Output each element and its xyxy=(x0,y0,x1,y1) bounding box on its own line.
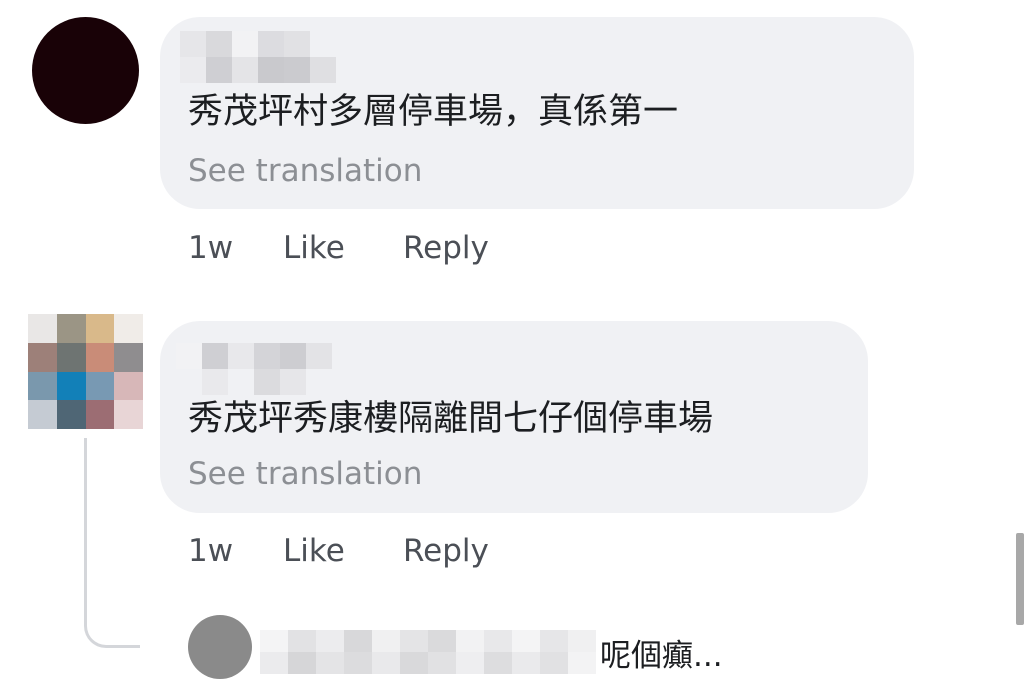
like-button[interactable]: Like xyxy=(283,531,403,571)
like-button[interactable]: Like xyxy=(283,228,403,268)
blurred-reply-author-name xyxy=(260,630,596,674)
reply-button[interactable]: Reply xyxy=(403,228,489,268)
comment-bubble: 秀茂坪秀康樓隔離間七仔個停車場 See translation xyxy=(160,321,868,513)
comment-thread: 秀茂坪村多層停車場，真係第一￼￼ See translation 1w Like… xyxy=(0,0,1024,685)
blurred-author-name[interactable] xyxy=(180,31,336,83)
reply-button[interactable]: Reply xyxy=(403,531,489,571)
comment-timestamp[interactable]: 1w xyxy=(188,531,283,571)
comment-bubble: 秀茂坪村多層停車場，真係第一￼￼ See translation xyxy=(160,17,914,209)
comment-text: 秀茂坪秀康樓隔離間七仔個停車場 xyxy=(188,399,714,439)
avatar[interactable] xyxy=(28,314,143,429)
see-translation-link[interactable]: See translation xyxy=(188,455,422,493)
see-translation-link[interactable]: See translation xyxy=(188,152,422,190)
comment-timestamp[interactable]: 1w xyxy=(188,228,283,268)
comment-actions: 1w Like Reply xyxy=(188,228,489,268)
comment-actions: 1w Like Reply xyxy=(188,531,489,571)
comment-text: 秀茂坪村多層停車場，真係第一￼￼ xyxy=(188,92,679,132)
scrollbar-thumb[interactable] xyxy=(1016,533,1024,625)
reply-thread-line xyxy=(84,438,140,648)
avatar[interactable] xyxy=(32,17,139,124)
reply-avatar[interactable] xyxy=(188,615,252,679)
reply-text: 呢個癲... xyxy=(600,637,723,674)
reply-preview[interactable]: 呢個癲... xyxy=(260,626,723,678)
blurred-author-name[interactable] xyxy=(176,343,332,395)
